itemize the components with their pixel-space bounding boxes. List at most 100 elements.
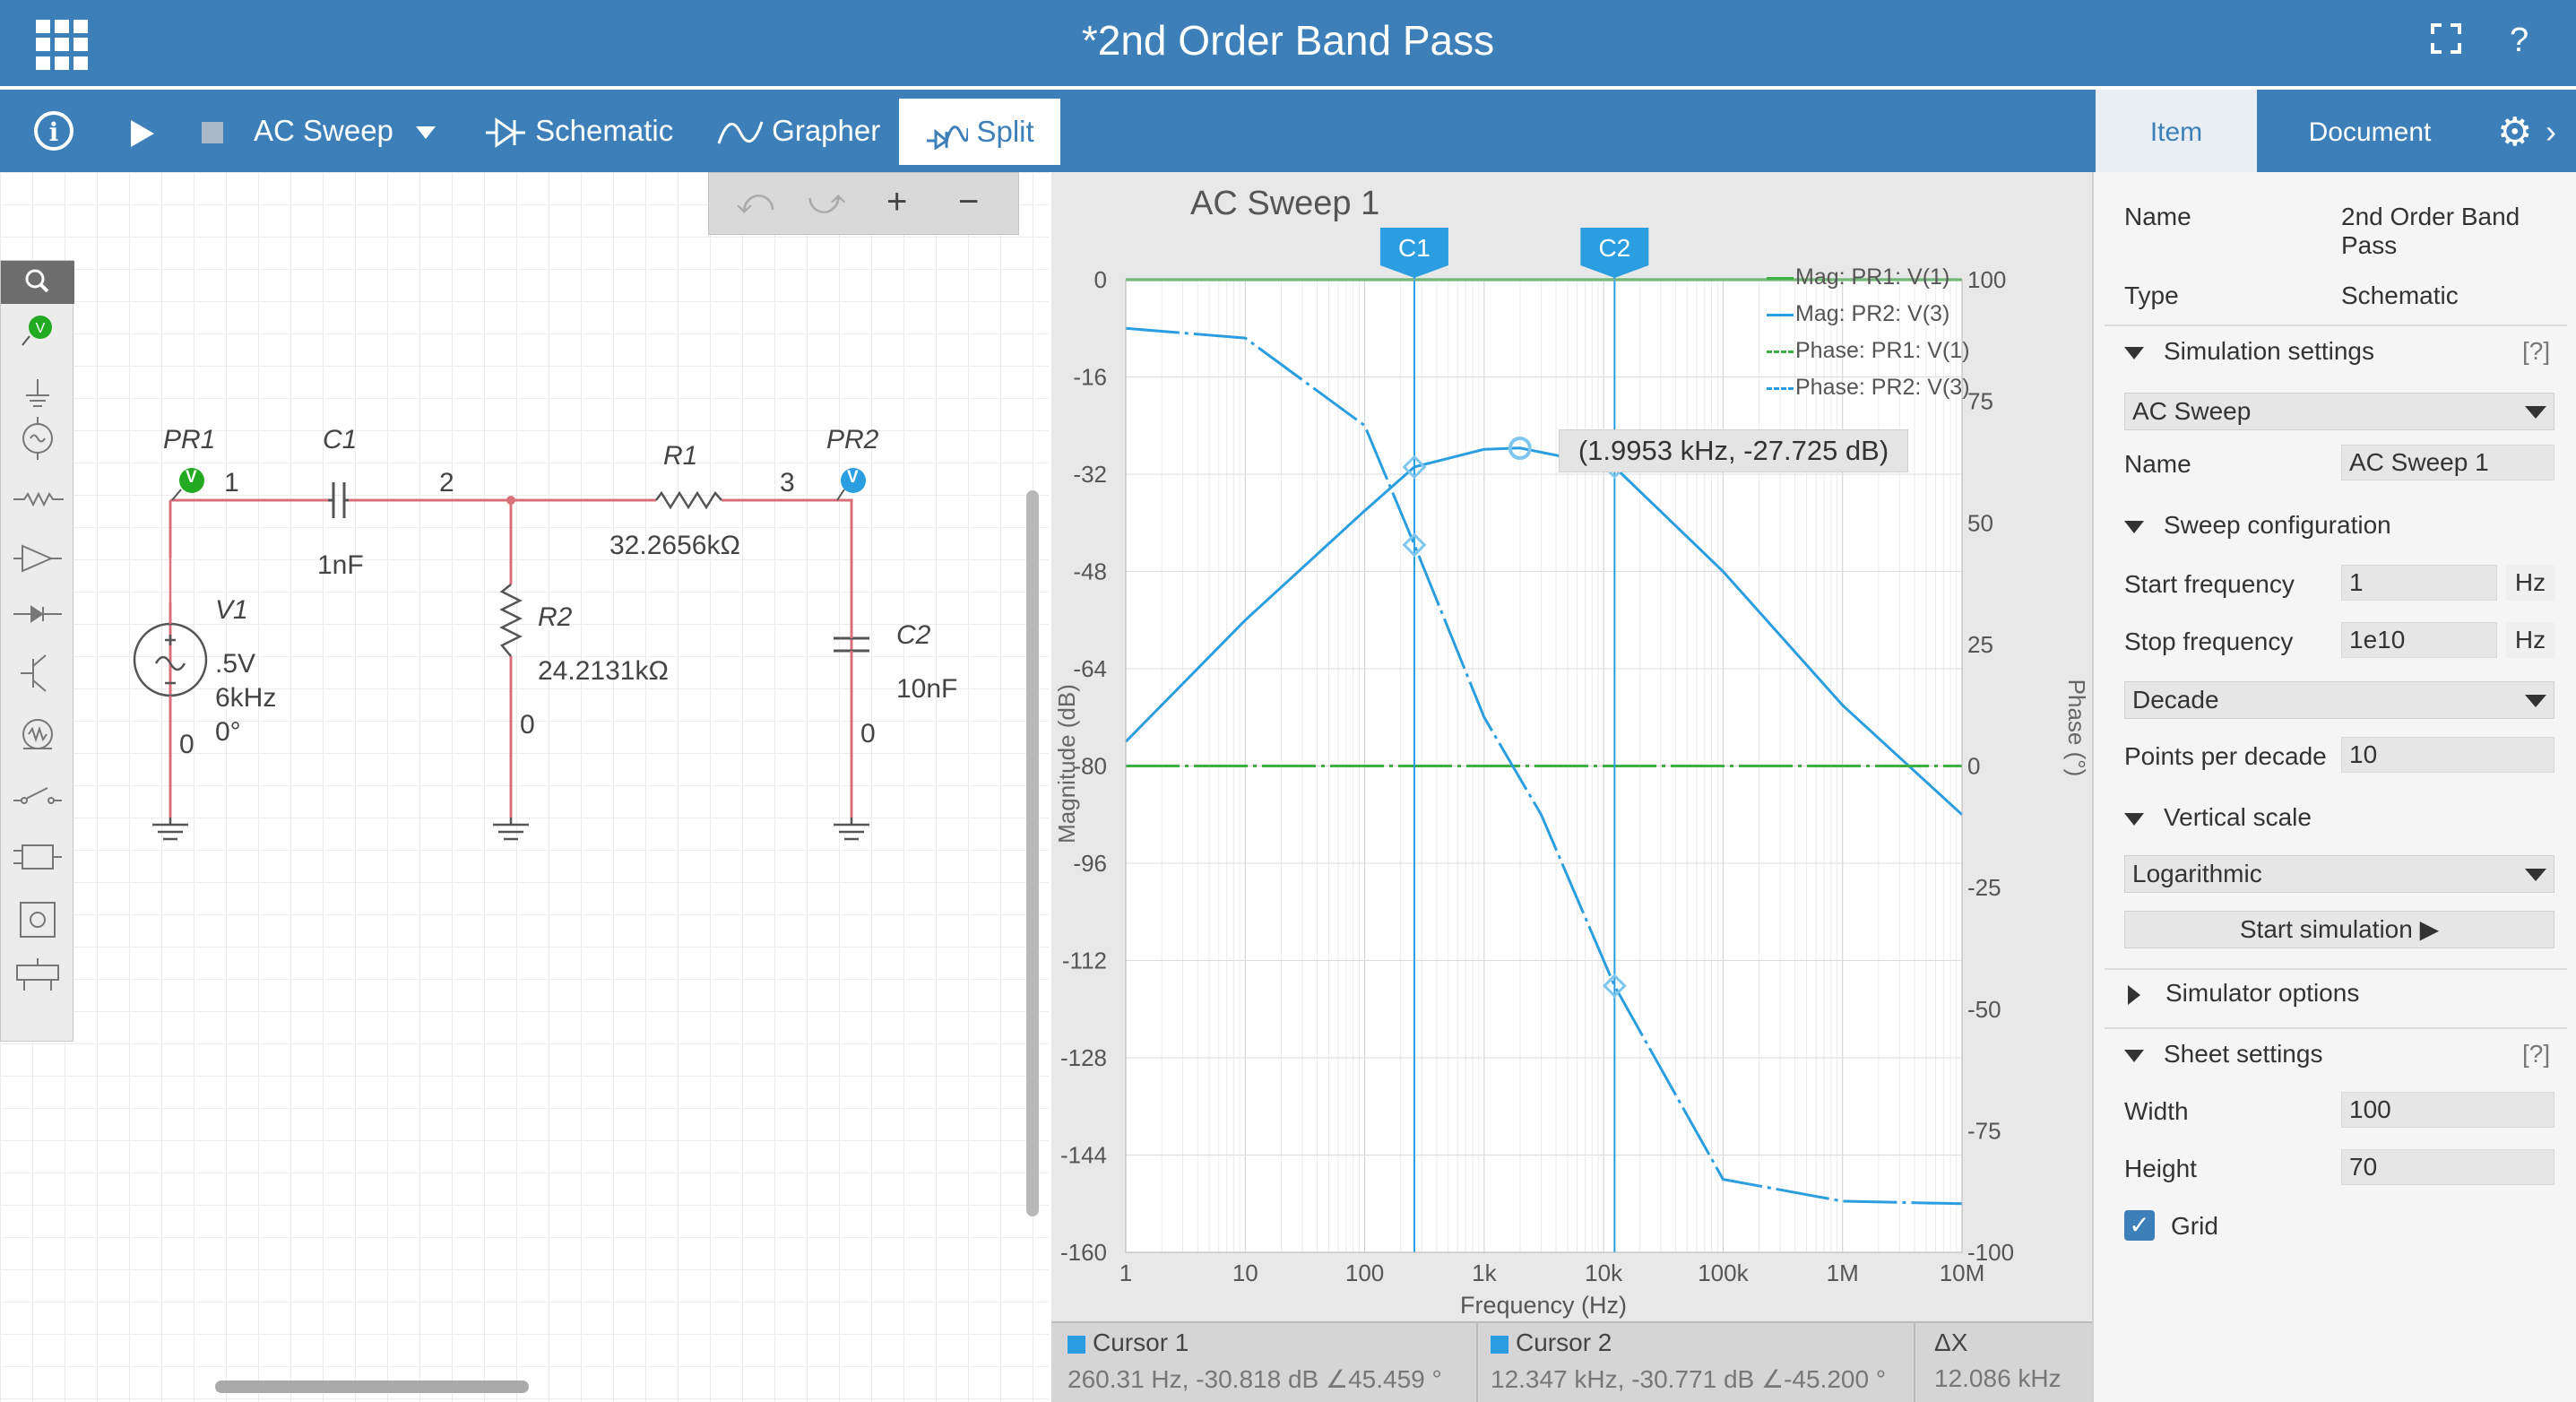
- label-r2[interactable]: R2: [538, 602, 572, 633]
- cursor2-header[interactable]: Cursor 2: [1491, 1328, 1612, 1357]
- sim-name-field[interactable]: AC Sweep 1: [2341, 445, 2554, 480]
- sheet-settings-header[interactable]: Sheet settings: [2124, 1040, 2322, 1069]
- label-c1[interactable]: C1: [323, 425, 357, 455]
- schematic-editor[interactable]: ⤺ ⤻ + − V V V PR1 C1 R1 PR2 1 2 3 1nF 32…: [0, 172, 1049, 1402]
- label-pr2[interactable]: PR2: [826, 425, 878, 455]
- separator: [2105, 325, 2567, 326]
- run-simulation-icon[interactable]: [131, 120, 154, 147]
- value-c1[interactable]: 1nF: [317, 550, 364, 581]
- legend-phase-pr1-label: Phase: PR1: V(1): [1795, 338, 1970, 363]
- sheet-height-field[interactable]: 70: [2341, 1149, 2554, 1185]
- stop-simulation-icon[interactable]: [202, 122, 223, 143]
- simulation-settings-label: Simulation settings: [2164, 337, 2375, 365]
- y2-axis-label: Phase (°): [2063, 679, 2090, 777]
- value-c2[interactable]: 10nF: [896, 674, 957, 705]
- help-button[interactable]: ?: [2510, 22, 2528, 60]
- cursor-label-1: C1: [1398, 234, 1431, 262]
- legend-mag-pr1[interactable]: Mag: PR1: V(1): [1767, 264, 1949, 290]
- y-tick-label: -160: [1060, 1239, 1107, 1266]
- tab-schematic[interactable]: Schematic: [484, 90, 673, 172]
- tab-document[interactable]: Document: [2258, 90, 2482, 172]
- y-tick-label: -128: [1060, 1044, 1107, 1071]
- vertical-scale-header[interactable]: Vertical scale: [2124, 803, 2312, 832]
- chevron-right-icon[interactable]: ›: [2546, 113, 2556, 151]
- legend-mag-pr1-label: Mag: PR1: V(1): [1795, 264, 1950, 290]
- y2-tick-label: -75: [1967, 1117, 2001, 1144]
- start-frequency-unit: Hz: [2506, 565, 2554, 601]
- sim-name-label: Name: [2124, 450, 2191, 478]
- legend-phase-pr2[interactable]: Phase: PR2: V(3): [1767, 375, 1970, 401]
- schematic-scrollbar-horizontal[interactable]: [215, 1380, 529, 1393]
- cursor2-value: 12.347 kHz, -30.771 dB ∠-45.200 °: [1491, 1365, 1887, 1393]
- grapher-pane[interactable]: AC Sweep 1 0 -16 -32 -48 -64 -80 -96 -112 -128 -1…: [1051, 172, 2092, 1402]
- label-pr1[interactable]: PR1: [163, 425, 215, 455]
- data-point-tooltip: (1.9953 kHz, -27.725 dB): [1559, 429, 1908, 472]
- x-axis-label: Frequency (Hz): [1460, 1292, 1627, 1319]
- simulation-mode-select[interactable]: AC Sweep: [254, 90, 437, 172]
- x-tick-label: 100: [1345, 1259, 1384, 1286]
- ground-symbols: [152, 818, 869, 841]
- sheet-width-field[interactable]: 100: [2341, 1092, 2554, 1128]
- y2-tick-label: 25: [1967, 631, 1993, 658]
- doc-name-value: 2nd Order Band Pass: [2341, 203, 2520, 259]
- vertical-scale-select[interactable]: Logarithmic: [2124, 855, 2554, 893]
- y2-tick-label: 0: [1967, 753, 1980, 780]
- legend-mag-pr2[interactable]: Mag: PR2: V(3): [1767, 301, 1949, 327]
- label-v1[interactable]: V1: [215, 595, 248, 626]
- sheet-settings-label: Sheet settings: [2164, 1040, 2323, 1068]
- x-tick-label: 10: [1232, 1259, 1258, 1286]
- cursor1-header[interactable]: Cursor 1: [1068, 1328, 1189, 1357]
- probe-pr2-letter: V: [847, 468, 859, 487]
- gear-icon[interactable]: ⚙: [2497, 109, 2532, 155]
- x-tick-label: 100k: [1698, 1259, 1749, 1286]
- simulator-options-header[interactable]: Simulator options: [2124, 979, 2359, 1008]
- tab-item[interactable]: Item: [2096, 90, 2257, 172]
- info-button[interactable]: i: [34, 111, 73, 151]
- label-c2[interactable]: C2: [896, 620, 930, 651]
- sweep-type-select[interactable]: Decade: [2124, 681, 2554, 719]
- cursor1-value: 260.31 Hz, -30.818 dB ∠45.459 °: [1068, 1365, 1442, 1393]
- y2-tick-label: 50: [1967, 509, 1993, 536]
- simulator-options-label: Simulator options: [2165, 979, 2360, 1007]
- y-tick-label: -48: [1073, 558, 1107, 585]
- simulation-settings-help[interactable]: [?]: [2522, 337, 2550, 366]
- points-per-decade-field[interactable]: 10: [2341, 737, 2554, 773]
- v1-amplitude[interactable]: .5V: [215, 649, 255, 679]
- legend-phase-pr1[interactable]: Phase: PR1: V(1): [1767, 338, 1970, 364]
- x-tick-label: 10k: [1585, 1259, 1623, 1286]
- x-tick-label: 1k: [1472, 1259, 1497, 1286]
- v1-frequency[interactable]: 6kHz: [215, 683, 276, 714]
- y-tick-label: -112: [1062, 948, 1107, 974]
- sweep-configuration-header[interactable]: Sweep configuration: [2124, 511, 2391, 540]
- doc-type-label: Type: [2124, 281, 2179, 309]
- legend-phase-pr1-swatch: [1767, 350, 1794, 353]
- cursor2-name: Cursor 2: [1516, 1328, 1612, 1356]
- schematic-scrollbar-vertical[interactable]: [1026, 490, 1039, 1216]
- simulation-settings-header[interactable]: Simulation settings: [2124, 337, 2374, 366]
- value-r2[interactable]: 24.2131kΩ: [538, 656, 669, 687]
- simulation-type-select[interactable]: AC Sweep: [2124, 393, 2554, 430]
- tab-grapher[interactable]: Grapher: [717, 90, 880, 172]
- sheet-settings-help[interactable]: [?]: [2522, 1040, 2550, 1069]
- start-frequency-label: Start frequency: [2124, 570, 2295, 598]
- cursor-label-2: C2: [1598, 234, 1630, 262]
- start-simulation-button[interactable]: Start simulation ▶: [2124, 911, 2554, 948]
- x-tick-label: 1M: [1827, 1259, 1859, 1286]
- sweep-type-value: Decade: [2132, 686, 2219, 714]
- properties-tabs: Item Document ⚙ ›: [2092, 90, 2576, 172]
- label-r1[interactable]: R1: [663, 441, 697, 472]
- value-r1[interactable]: 32.2656kΩ: [609, 531, 740, 561]
- probe-pr1-letter: V: [186, 468, 197, 487]
- legend-mag-pr1-swatch: [1767, 276, 1794, 280]
- fullscreen-icon[interactable]: [2431, 23, 2461, 63]
- y-tick-label: -144: [1060, 1142, 1107, 1169]
- tab-split[interactable]: Split: [899, 99, 1060, 165]
- start-frequency-field[interactable]: 1: [2341, 565, 2497, 601]
- grid-checkbox[interactable]: ✓: [2124, 1210, 2155, 1241]
- delta-x-name: ΔX: [1934, 1328, 1968, 1356]
- stop-frequency-field[interactable]: 1e10: [2341, 622, 2497, 658]
- cursor1-swatch: [1068, 1335, 1085, 1354]
- node-3: 3: [780, 468, 795, 498]
- tab-split-label: Split: [976, 115, 1034, 148]
- v1-phase[interactable]: 0°: [215, 717, 241, 748]
